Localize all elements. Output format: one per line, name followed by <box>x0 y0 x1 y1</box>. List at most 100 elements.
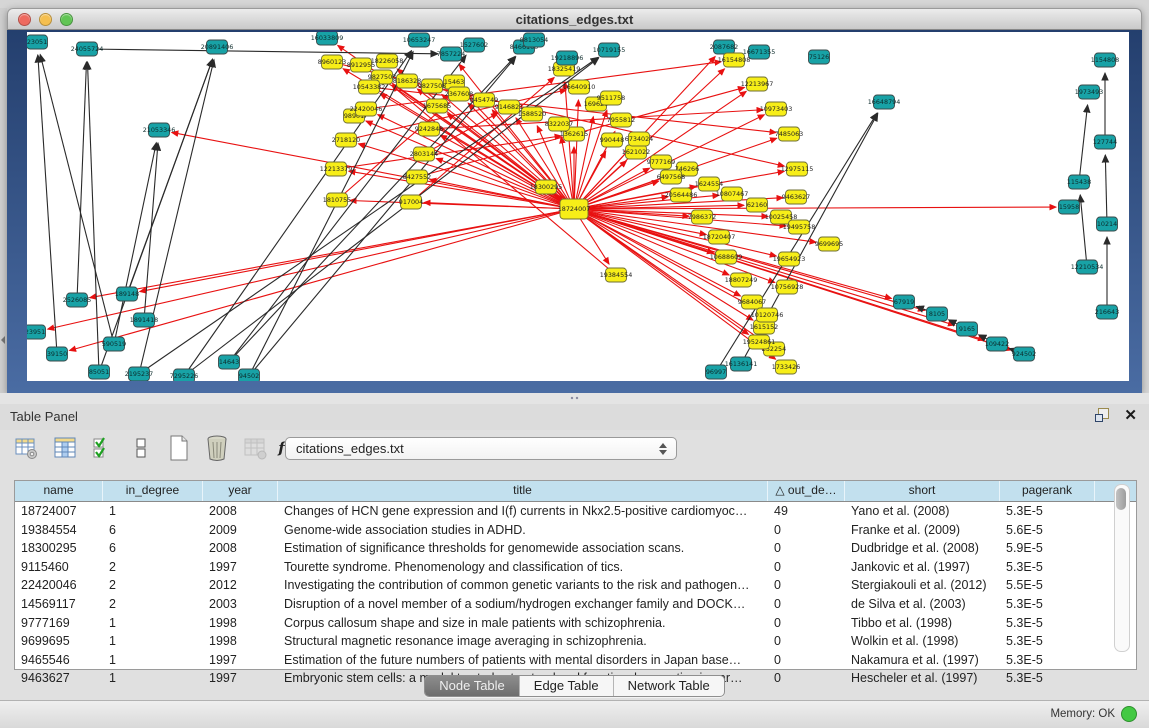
table-cell[interactable]: 9699695 <box>15 632 103 651</box>
table-cell[interactable]: Yano et al. (2008) <box>845 502 1000 521</box>
table-cell[interactable]: Stergiakouli et al. (2012) <box>845 576 1000 595</box>
table-cell[interactable]: Corpus callosum shape and size in male p… <box>278 614 768 633</box>
graph-node[interactable]: 9777169 <box>647 155 675 169</box>
graph-node[interactable]: 6734024 <box>625 132 653 146</box>
table-row[interactable]: 946554611997Estimation of the future num… <box>15 651 1136 670</box>
graph-node[interactable]: 1973493 <box>1075 85 1103 99</box>
select-columns-button[interactable] <box>90 435 116 461</box>
graph-node[interactable]: 10807467 <box>716 187 749 201</box>
table-cell[interactable]: 2008 <box>203 539 278 558</box>
column-header-year[interactable]: year <box>203 481 278 501</box>
graph-node[interactable]: 9684067 <box>738 295 766 309</box>
tab-node-table[interactable]: Node Table <box>425 676 520 696</box>
row-height-button[interactable] <box>128 435 154 461</box>
table-cell[interactable]: 2 <box>103 558 203 577</box>
table-cell[interactable]: 2008 <box>203 502 278 521</box>
table-cell[interactable]: Estimation of significance thresholds fo… <box>278 539 768 558</box>
table-cell[interactable]: 0 <box>768 595 845 614</box>
graph-node[interactable]: 85051 <box>89 365 110 379</box>
table-row[interactable]: 969969511998Structural magnetic resonanc… <box>15 632 1136 651</box>
graph-node[interactable]: 9165 <box>957 322 978 336</box>
column-header-short[interactable]: short <box>845 481 1000 501</box>
graph-node[interactable]: 18720407 <box>703 230 736 244</box>
graph-node[interactable]: 9463627 <box>782 190 810 204</box>
table-cell[interactable]: Disruption of a novel member of a sodium… <box>278 595 768 614</box>
table-cell[interactable]: 5.3E-5 <box>1000 595 1095 614</box>
graph-node[interactable]: 2087682 <box>710 40 738 54</box>
graph-node[interactable]: 15958 <box>1059 200 1080 214</box>
table-cell[interactable]: 1997 <box>203 651 278 670</box>
left-panel-collapse-strip[interactable] <box>0 8 7 393</box>
column-header-pagerank[interactable]: pagerank <box>1000 481 1095 501</box>
show-columns-button[interactable] <box>52 435 78 461</box>
graph-node[interactable]: 1891418 <box>130 313 158 327</box>
graph-node[interactable]: 7295226 <box>170 369 198 381</box>
table-cell[interactable]: Dudbridge et al. (2008) <box>845 539 1000 558</box>
delete-column-button[interactable] <box>204 435 230 461</box>
graph-node[interactable]: 12975115 <box>781 162 814 176</box>
graph-node[interactable]: 16136141 <box>725 357 758 371</box>
network-window-titlebar[interactable]: citations_edges.txt <box>7 8 1142 30</box>
table-cell[interactable]: 5.3E-5 <box>1000 651 1095 670</box>
table-cell[interactable]: Tourette syndrome. Phenomenology and cla… <box>278 558 768 577</box>
graph-node[interactable]: 8105 <box>927 307 948 321</box>
table-mode-button[interactable] <box>14 435 40 461</box>
table-cell[interactable]: 14569117 <box>15 595 103 614</box>
graph-node[interactable]: 16033809 <box>311 32 344 45</box>
table-cell[interactable]: 5.6E-5 <box>1000 521 1095 540</box>
graph-node[interactable]: 96997 <box>706 365 727 379</box>
table-cell[interactable]: Jankovic et al. (1997) <box>845 558 1000 577</box>
table-cell[interactable]: 0 <box>768 521 845 540</box>
table-cell[interactable]: 2009 <box>203 521 278 540</box>
graph-node[interactable]: 7485063 <box>775 127 803 141</box>
table-cell[interactable]: 1 <box>103 632 203 651</box>
graph-node[interactable]: 75126 <box>809 50 830 64</box>
memory-status-dot[interactable] <box>1121 706 1137 722</box>
table-cell[interactable]: Estimation of the future numbers of pati… <box>278 651 768 670</box>
table-cell[interactable]: 19384554 <box>15 521 103 540</box>
table-cell[interactable]: 1998 <box>203 614 278 633</box>
table-cell[interactable]: 1 <box>103 502 203 521</box>
table-row[interactable]: 1872400712008Changes of HCN gene express… <box>15 502 1136 521</box>
graph-node[interactable]: 590519 <box>102 337 126 351</box>
graph-node[interactable]: 8813054 <box>520 33 548 47</box>
panel-collapse-arrow-icon[interactable] <box>1 336 5 344</box>
graph-node[interactable]: 12213967 <box>741 77 774 91</box>
table-row[interactable]: 977716911998Corpus callosum shape and si… <box>15 614 1136 633</box>
graph-node[interactable]: 109422 <box>985 337 1009 351</box>
graph-node[interactable]: 23951 <box>27 325 46 339</box>
graph-node[interactable]: 2526085 <box>63 293 91 307</box>
graph-node[interactable]: 39150 <box>47 347 68 361</box>
table-cell[interactable]: 9115460 <box>15 558 103 577</box>
table-cell[interactable]: 18724007 <box>15 502 103 521</box>
table-cell[interactable]: 22420046 <box>15 576 103 595</box>
table-cell[interactable]: 9465546 <box>15 651 103 670</box>
graph-node[interactable]: 2803144 <box>410 147 438 161</box>
graph-node[interactable]: 1733426 <box>772 360 800 374</box>
graph-node[interactable]: 12210534 <box>1071 260 1104 274</box>
graph-node[interactable]: 10719155 <box>593 43 626 57</box>
table-cell[interactable]: 0 <box>768 651 845 670</box>
table-cell[interactable]: 6 <box>103 539 203 558</box>
table-row[interactable]: 911546021997Tourette syndrome. Phenomeno… <box>15 558 1136 577</box>
table-cell[interactable]: 18300295 <box>15 539 103 558</box>
graph-node[interactable]: 7857224 <box>437 47 465 61</box>
graph-node[interactable]: 1154808 <box>1091 53 1119 67</box>
table-cell[interactable]: Wolkin et al. (1998) <box>845 632 1000 651</box>
scrollbar-thumb[interactable] <box>1116 488 1126 510</box>
table-cell[interactable]: Nakamura et al. (1997) <box>845 651 1000 670</box>
graph-node[interactable]: 7955812 <box>607 113 635 127</box>
table-cell[interactable]: Changes of HCN gene expression and I(f) … <box>278 502 768 521</box>
table-cell[interactable]: 49 <box>768 502 845 521</box>
table-row[interactable]: 2242004622012Investigating the contribut… <box>15 576 1136 595</box>
graph-node[interactable]: 1675685 <box>423 99 451 113</box>
column-header-title[interactable]: title <box>278 481 768 501</box>
table-vertical-scrollbar[interactable] <box>1114 484 1130 652</box>
graph-node[interactable]: 18226058 <box>371 54 404 68</box>
graph-node[interactable]: 990448 <box>600 133 624 147</box>
graph-node[interactable]: 1621022 <box>622 145 650 159</box>
graph-node[interactable]: 18807249 <box>725 273 758 287</box>
table-cell[interactable]: 1997 <box>203 558 278 577</box>
table-row[interactable]: 1938455462009Genome-wide association stu… <box>15 521 1136 540</box>
table-cell[interactable]: Investigating the contribution of common… <box>278 576 768 595</box>
